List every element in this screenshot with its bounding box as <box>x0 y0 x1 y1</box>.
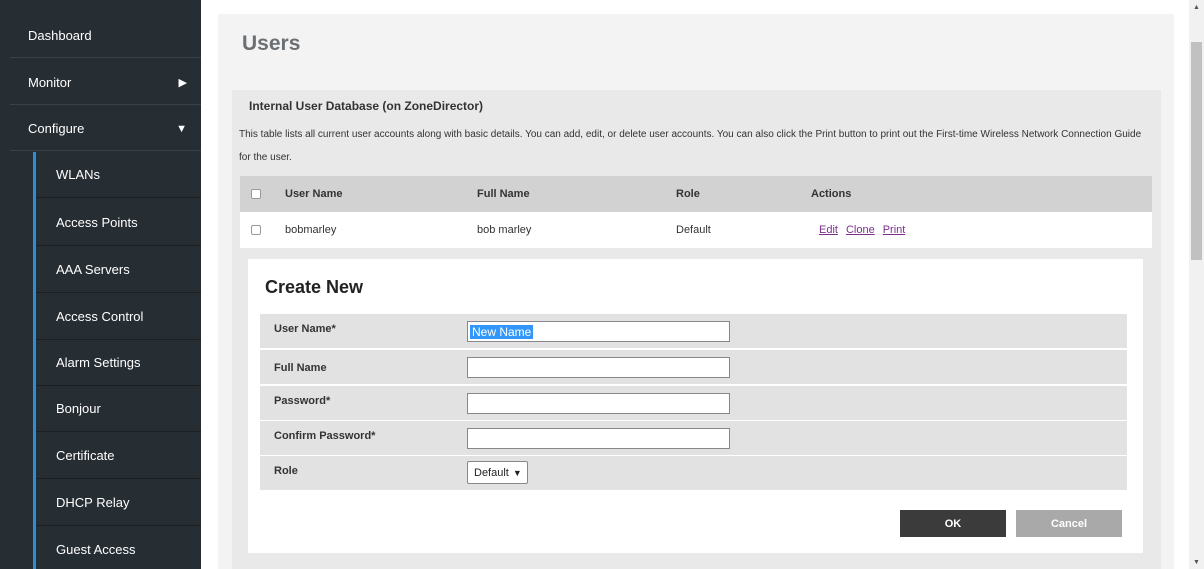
main-content: Users Internal User Database (on ZoneDir… <box>218 14 1174 569</box>
nav-item-label: Monitor <box>28 75 72 90</box>
sidebar-item-aaa-servers[interactable]: AAA Servers <box>36 247 201 293</box>
confirm-password-input[interactable] <box>467 428 730 449</box>
cell-user-name: bobmarley <box>285 224 337 236</box>
role-select[interactable]: Default ▼ <box>467 461 528 484</box>
page-title: Users <box>242 32 301 55</box>
cell-full-name: bob marley <box>477 224 532 236</box>
cancel-button[interactable]: Cancel <box>1016 510 1122 537</box>
user-name-input[interactable]: New Name <box>467 321 730 342</box>
nav-item-label: Configure <box>28 121 85 136</box>
full-name-label: Full Name <box>274 361 327 374</box>
create-new-form: Create New User Name* New Name Full Name… <box>248 259 1143 553</box>
form-row-confirm-password: Confirm Password* <box>260 421 1127 456</box>
user-name-label: User Name* <box>274 323 336 335</box>
sidebar-item-certificate[interactable]: Certificate <box>36 433 201 479</box>
user-database-panel: Internal User Database (on ZoneDirector)… <box>232 90 1161 569</box>
select-all-cell <box>251 176 261 212</box>
column-header-user-name[interactable]: User Name <box>285 176 342 212</box>
page-scrollbar[interactable]: ▲ ▼ <box>1189 0 1204 569</box>
sidebar-item-bonjour[interactable]: Bonjour <box>36 386 201 432</box>
edit-link[interactable]: Edit <box>819 224 838 236</box>
sidebar-item-dhcp-relay[interactable]: DHCP Relay <box>36 480 201 526</box>
create-new-title: Create New <box>265 277 364 297</box>
password-label: Password* <box>274 395 331 407</box>
column-header-role[interactable]: Role <box>676 176 700 212</box>
row-select-cell <box>251 212 261 248</box>
confirm-password-label: Confirm Password* <box>274 430 376 442</box>
role-label: Role <box>274 465 298 477</box>
nav-item-dashboard[interactable]: Dashboard <box>10 14 201 58</box>
sidebar-item-label: Access Control <box>56 309 144 324</box>
column-header-full-name[interactable]: Full Name <box>477 176 530 212</box>
print-link[interactable]: Print <box>883 224 906 236</box>
row-checkbox[interactable] <box>251 225 261 235</box>
sidebar-item-access-control[interactable]: Access Control <box>36 294 201 340</box>
sidebar-item-label: WLANs <box>56 167 101 182</box>
scroll-up-icon[interactable]: ▲ <box>1189 0 1204 14</box>
sidebar-item-label: Bonjour <box>56 401 101 416</box>
section-title: Internal User Database (on ZoneDirector) <box>249 99 484 113</box>
sidebar-item-alarm-settings[interactable]: Alarm Settings <box>36 340 201 386</box>
cell-role: Default <box>676 224 711 236</box>
nav-item-label: Dashboard <box>28 28 92 43</box>
sidebar-item-label: AAA Servers <box>56 262 130 277</box>
form-row-role: Role Default ▼ <box>260 456 1127 491</box>
section-description: This table lists all current user accoun… <box>239 129 1142 163</box>
chevron-down-icon: ▼ <box>176 122 187 135</box>
clone-link[interactable]: Clone <box>846 224 875 236</box>
cell-actions: Edit Clone Print <box>819 212 913 248</box>
sidebar-item-wlans[interactable]: WLANs <box>36 152 201 198</box>
user-name-value: New Name <box>470 324 534 339</box>
sidebar-item-label: Access Points <box>56 215 138 230</box>
sidebar-item-access-points[interactable]: Access Points <box>36 200 201 246</box>
full-name-input[interactable] <box>467 357 730 378</box>
users-table: User Name Full Name Role Actions bobmarl… <box>240 176 1152 248</box>
scrollbar-thumb[interactable] <box>1191 42 1202 260</box>
sidebar: Dashboard Monitor ▶ Configure ▼ WLANs Ac… <box>0 0 201 569</box>
form-row-password: Password* <box>260 386 1127 421</box>
chevron-right-icon: ▶ <box>178 77 187 89</box>
password-input[interactable] <box>467 393 730 414</box>
select-all-checkbox[interactable] <box>251 189 261 199</box>
nav-item-monitor[interactable]: Monitor ▶ <box>10 61 201 105</box>
sidebar-item-label: Guest Access <box>56 542 136 557</box>
sidebar-item-label: Alarm Settings <box>56 355 141 370</box>
sidebar-item-label: DHCP Relay <box>56 495 130 510</box>
nav-item-configure[interactable]: Configure ▼ <box>10 107 201 151</box>
ok-button[interactable]: OK <box>900 510 1006 537</box>
table-header: User Name Full Name Role Actions <box>240 176 1152 212</box>
caret-down-icon: ▼ <box>512 467 522 478</box>
column-header-actions: Actions <box>811 188 852 200</box>
sidebar-item-label: Certificate <box>56 448 115 463</box>
form-row-user-name: User Name* New Name <box>260 314 1127 349</box>
scroll-down-icon[interactable]: ▼ <box>1189 555 1204 569</box>
sidebar-item-guest-access[interactable]: Guest Access <box>36 527 201 569</box>
table-row: bobmarley bob marley Default Edit Clone … <box>240 212 1152 248</box>
role-select-value: Default <box>474 466 509 479</box>
form-row-full-name: Full Name <box>260 350 1127 385</box>
